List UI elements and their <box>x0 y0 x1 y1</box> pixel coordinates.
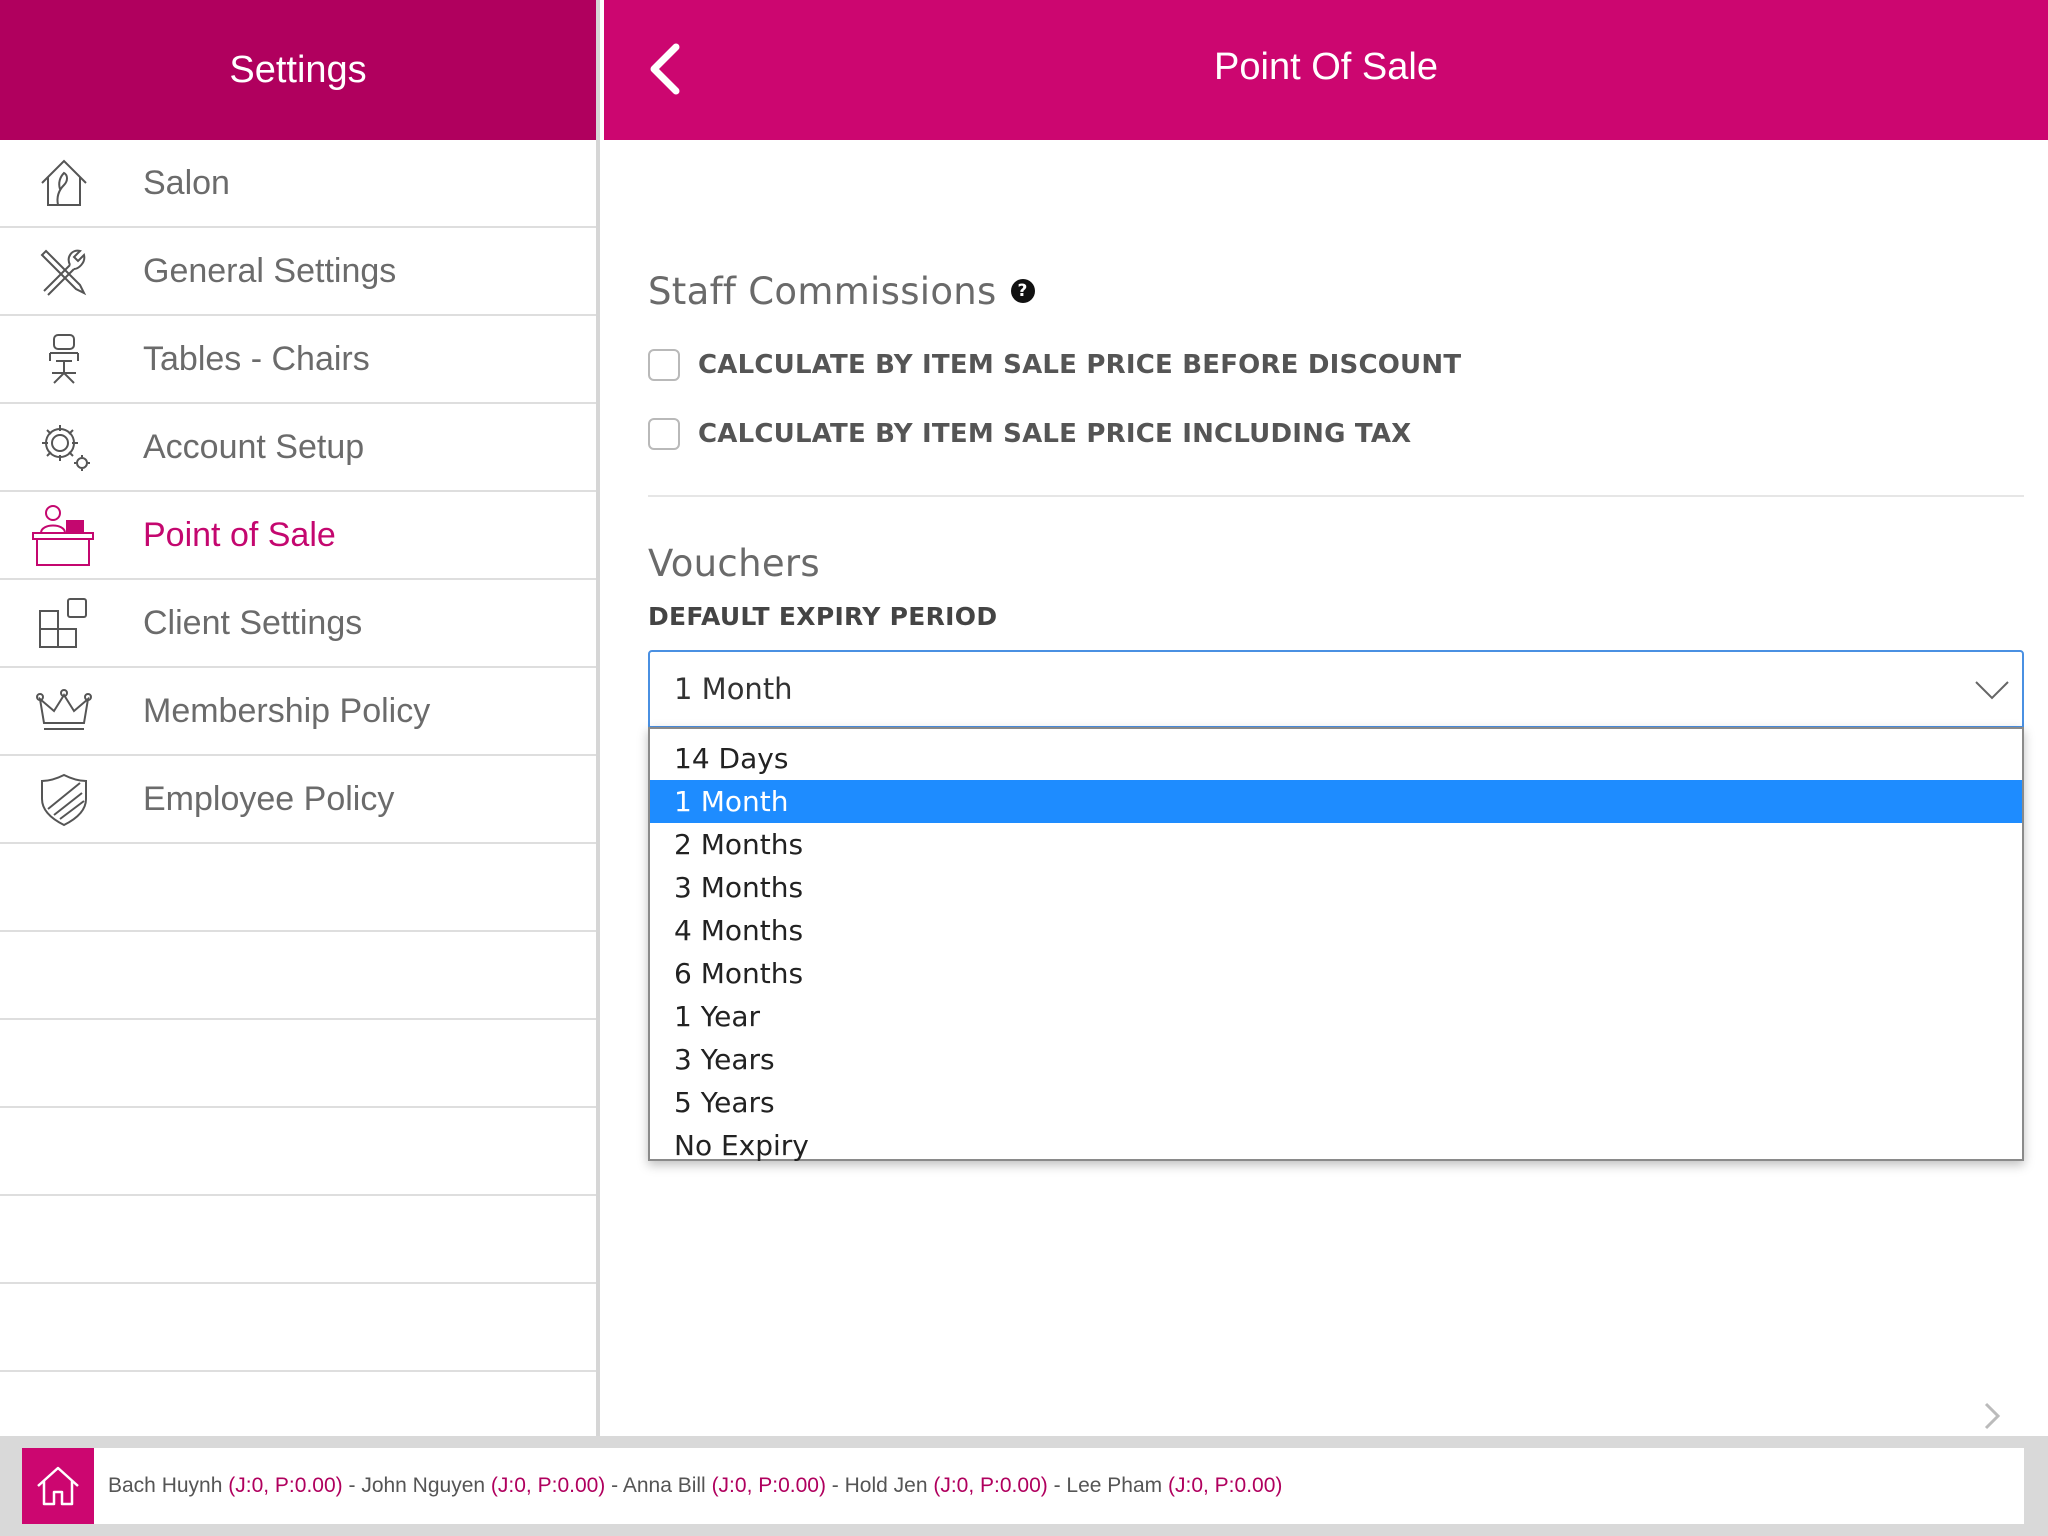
separator: - <box>605 1474 623 1497</box>
dropdown-option[interactable]: 3 Years <box>650 1038 2022 1081</box>
staff-name[interactable]: Lee Pham <box>1066 1474 1162 1497</box>
staff-name[interactable]: Bach Huynh <box>108 1474 222 1497</box>
staff-stat: (J:0, P:0.00) <box>1168 1474 1283 1497</box>
separator: - <box>825 1474 845 1497</box>
sidebar-item-label: Point of Sale <box>143 515 336 554</box>
sidebar-item-label: Client Settings <box>143 603 363 642</box>
staff-commissions-title: Staff Commissions? <box>648 270 1035 313</box>
checkbox[interactable] <box>648 349 680 381</box>
sidebar-item-label: Account Setup <box>143 427 365 466</box>
sidebar-item-general-settings[interactable]: General Settings <box>0 228 596 316</box>
commission-option-before-discount[interactable]: CALCULATE BY ITEM SALE PRICE BEFORE DISC… <box>648 349 1461 381</box>
dropdown-option[interactable]: 14 Days <box>650 737 2022 780</box>
sidebar-empty-row <box>0 844 596 932</box>
sidebar-item-employee-policy[interactable]: Employee Policy <box>0 756 596 844</box>
chevron-right-icon[interactable] <box>1978 1398 2008 1434</box>
section-divider <box>648 495 2024 497</box>
staff-footer: Bach Huynh (J:0, P:0.00) - John Nguyen (… <box>0 1436 2048 1536</box>
sidebar-title: Settings <box>0 0 596 140</box>
app-window: Settings Salon General Settings Tables -… <box>0 0 2048 1536</box>
checkbox-label: CALCULATE BY ITEM SALE PRICE BEFORE DISC… <box>698 350 1462 380</box>
sidebar-item-label: Membership Policy <box>143 691 431 730</box>
chair-icon <box>28 327 100 391</box>
sidebar-empty-row <box>0 1284 596 1372</box>
tools-icon <box>28 239 100 303</box>
sidebar-item-tables-chairs[interactable]: Tables - Chairs <box>0 316 596 404</box>
commission-option-including-tax[interactable]: CALCULATE BY ITEM SALE PRICE INCLUDING T… <box>648 418 1411 450</box>
separator: - <box>1047 1474 1067 1497</box>
blocks-icon <box>28 591 100 655</box>
sidebar-item-label: Salon <box>143 163 230 202</box>
sidebar-item-label: General Settings <box>143 251 397 290</box>
dropdown-option[interactable]: 6 Months <box>650 952 2022 995</box>
vouchers-title: Vouchers <box>648 542 820 585</box>
separator: - <box>342 1474 362 1497</box>
home-button[interactable] <box>22 1448 94 1524</box>
default-expiry-label: DEFAULT EXPIRY PERIOD <box>648 602 998 631</box>
dropdown-option[interactable]: 3 Months <box>650 866 2022 909</box>
main-content: Staff Commissions? CALCULATE BY ITEM SAL… <box>604 140 2048 1436</box>
sidebar-item-salon[interactable]: Salon <box>0 140 596 228</box>
sidebar-item-label: Employee Policy <box>143 779 395 818</box>
expiry-period-select[interactable]: 1 Month <box>648 650 2024 728</box>
sidebar-empty-row <box>0 932 596 1020</box>
settings-sidebar: Settings Salon General Settings Tables -… <box>0 0 600 1436</box>
checkbox-label: CALCULATE BY ITEM SALE PRICE INCLUDING T… <box>698 419 1412 449</box>
page-title: Point Of Sale <box>1214 46 1438 88</box>
home-icon <box>37 1466 79 1506</box>
staff-commissions-title-text: Staff Commissions <box>648 270 997 313</box>
dropdown-option-selected[interactable]: 1 Month <box>650 780 2022 823</box>
sidebar-empty-row <box>0 1196 596 1284</box>
crown-icon <box>28 679 100 743</box>
dropdown-option[interactable]: 4 Months <box>650 909 2022 952</box>
gear-icon <box>28 415 100 479</box>
staff-name[interactable]: Hold Jen <box>845 1474 928 1497</box>
dropdown-option[interactable]: 2 Months <box>650 823 2022 866</box>
sidebar-item-client-settings[interactable]: Client Settings <box>0 580 596 668</box>
sidebar-empty-row <box>0 1108 596 1196</box>
staff-stat: (J:0, P:0.00) <box>933 1474 1048 1497</box>
staff-stat: (J:0, P:0.00) <box>228 1474 343 1497</box>
checkbox[interactable] <box>648 418 680 450</box>
help-icon[interactable]: ? <box>1010 278 1035 303</box>
dropdown-option[interactable]: 5 Years <box>650 1081 2022 1124</box>
staff-status-line: Bach Huynh (J:0, P:0.00) - John Nguyen (… <box>108 1474 1282 1498</box>
sidebar-empty-row <box>0 1020 596 1108</box>
main-header: Point Of Sale <box>604 0 2048 140</box>
sidebar-item-account-setup[interactable]: Account Setup <box>0 404 596 492</box>
dropdown-option[interactable]: 1 Year <box>650 995 2022 1038</box>
staff-bar: Bach Huynh (J:0, P:0.00) - John Nguyen (… <box>22 1448 2024 1524</box>
staff-stat: (J:0, P:0.00) <box>711 1474 826 1497</box>
sidebar-item-label: Tables - Chairs <box>143 339 370 378</box>
expiry-period-dropdown: 14 Days 1 Month 2 Months 3 Months 4 Mont… <box>648 727 2024 1162</box>
select-value: 1 Month <box>674 672 793 706</box>
dropdown-option[interactable]: No Expiry <box>650 1124 2022 1167</box>
staff-stat: (J:0, P:0.00) <box>490 1474 606 1497</box>
sidebar-item-point-of-sale[interactable]: Point of Sale <box>0 492 596 580</box>
cashier-icon <box>28 503 100 567</box>
staff-name[interactable]: Anna Bill <box>623 1474 706 1497</box>
shield-icon <box>28 767 100 831</box>
staff-name[interactable]: John Nguyen <box>361 1474 485 1497</box>
salon-icon <box>28 151 100 215</box>
sidebar-item-membership-policy[interactable]: Membership Policy <box>0 668 596 756</box>
chevron-down-icon <box>1975 681 2009 700</box>
